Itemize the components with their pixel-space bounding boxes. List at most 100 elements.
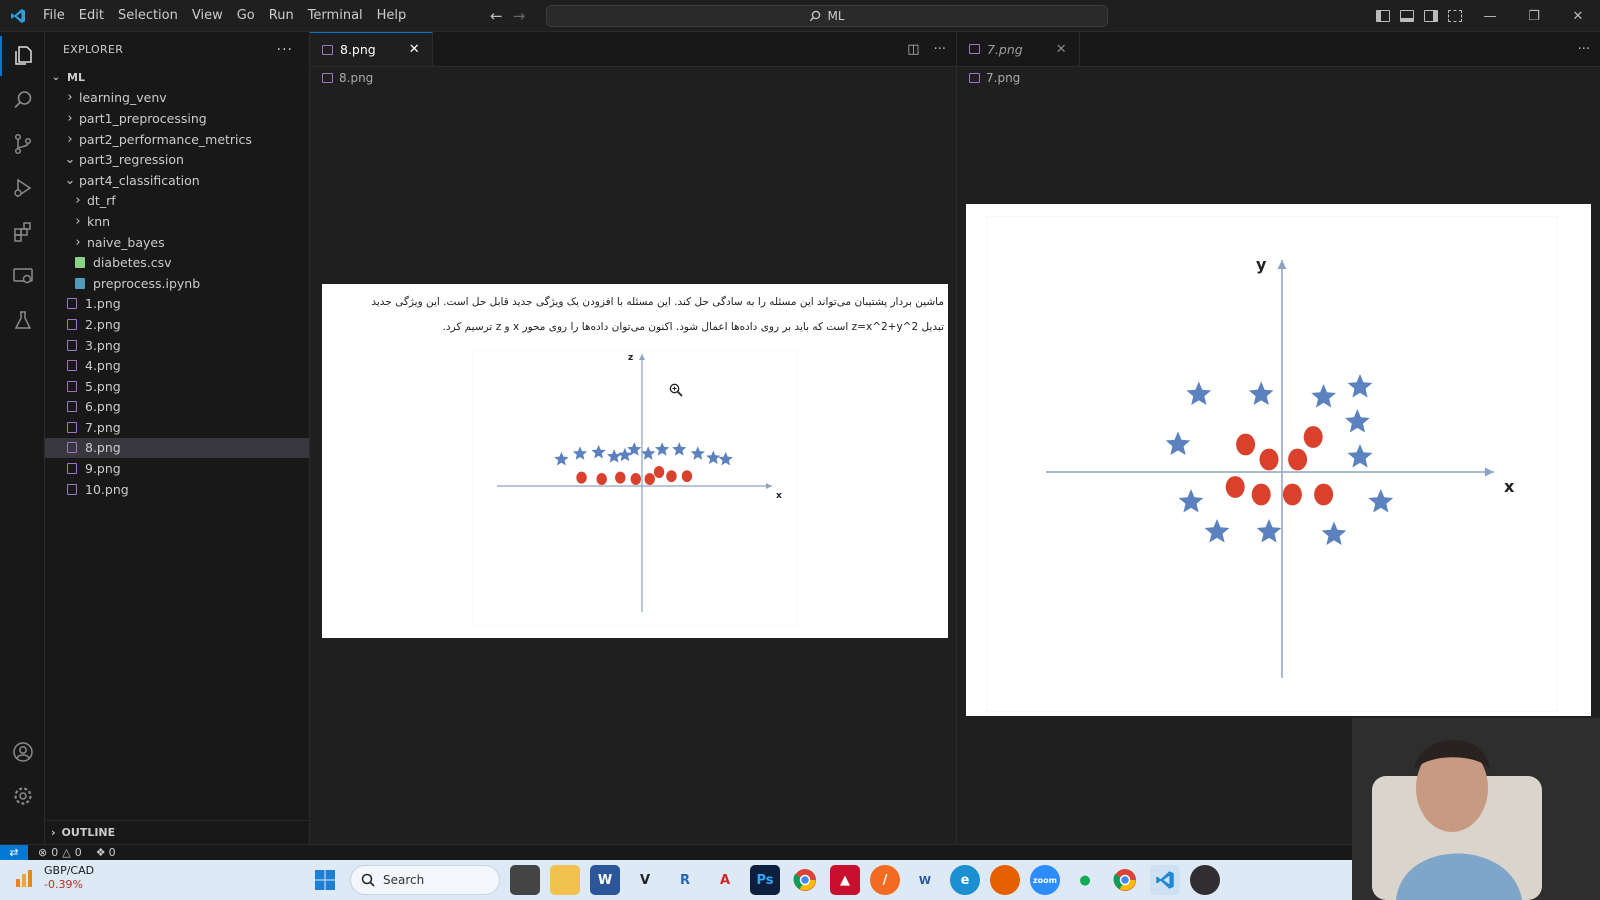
chrome-profile-icon[interactable] (1110, 865, 1140, 895)
circle-point (1225, 476, 1245, 498)
tree-item[interactable]: 5.png (45, 376, 309, 397)
menu-selection[interactable]: Selection (111, 0, 185, 32)
extensions-activity[interactable] (0, 212, 45, 252)
tree-item[interactable]: 8.png (45, 437, 309, 459)
ticker-widget[interactable]: GBP/CAD -0.39% (14, 864, 94, 892)
toggle-secondary-sidebar-icon[interactable] (1424, 10, 1438, 22)
tree-item[interactable]: 4.png (45, 355, 309, 376)
customize-layout-icon[interactable] (1448, 10, 1462, 22)
zoom-icon[interactable]: zoom (1030, 865, 1060, 895)
tree-item[interactable]: 6.png (45, 397, 309, 418)
forward-arrow-icon[interactable]: → (513, 7, 526, 25)
tree-item-label: diabetes.csv (93, 255, 172, 271)
menu-go[interactable]: Go (230, 0, 262, 32)
manage-activity[interactable] (0, 776, 45, 816)
tree-item[interactable]: 3.png (45, 335, 309, 356)
tab-7-png[interactable]: 7.png ✕ (957, 32, 1080, 66)
task-view-icon[interactable] (510, 865, 540, 895)
firefox-icon[interactable] (990, 865, 1020, 895)
tree-item[interactable]: › part1_preprocessing (45, 108, 309, 129)
tree-item[interactable]: 9.png (45, 458, 309, 479)
tab-label: 7.png (987, 41, 1023, 57)
circle-point (644, 473, 655, 485)
tree-item-label: part3_regression (79, 152, 184, 168)
toggle-panel-icon[interactable] (1400, 10, 1414, 22)
close-tab-icon[interactable]: ✕ (1056, 42, 1067, 57)
accounts-activity[interactable] (0, 732, 45, 772)
explorer-header: EXPLORER ··· (45, 32, 309, 67)
command-center-label: ML (827, 9, 845, 23)
tree-item[interactable]: 7.png (45, 417, 309, 438)
r-language-icon[interactable]: R (670, 865, 700, 895)
ticker-symbol: GBP/CAD (44, 864, 95, 877)
tree-item[interactable]: ⌄ part3_regression (45, 149, 309, 170)
menu-run[interactable]: Run (262, 0, 301, 32)
tree-item[interactable]: 1.png (45, 294, 309, 315)
run-debug-activity[interactable] (0, 168, 45, 208)
menu-terminal[interactable]: Terminal (301, 0, 370, 32)
editor-actions-right: ··· (1578, 32, 1590, 67)
minimize-icon[interactable]: — (1468, 0, 1512, 32)
tree-item[interactable]: › naive_bayes (45, 232, 309, 253)
source-control-activity[interactable] (0, 124, 45, 164)
search-icon (13, 91, 31, 109)
vscode-logo-icon[interactable] (0, 0, 36, 32)
tree-root-label: ML (67, 70, 85, 84)
acrobat-icon[interactable]: ▲ (830, 865, 860, 895)
tree-item[interactable]: diabetes.csv (45, 252, 309, 273)
menu-edit[interactable]: Edit (72, 0, 111, 32)
back-arrow-icon[interactable]: ← (490, 7, 503, 25)
breadcrumb-label[interactable]: 8.png (339, 71, 373, 85)
close-window-icon[interactable]: ✕ (1556, 0, 1600, 32)
tree-item[interactable]: ⌄ part4_classification (45, 170, 309, 191)
menu-view[interactable]: View (185, 0, 230, 32)
word-icon[interactable]: W (590, 865, 620, 895)
image-preview-7: xy (966, 204, 1591, 716)
tab-8-png[interactable]: 8.png ✕ (310, 32, 433, 66)
explorer-activity[interactable] (0, 36, 45, 76)
obs-icon[interactable] (1190, 865, 1220, 895)
more-actions-icon[interactable]: ··· (934, 42, 946, 57)
windows-start-icon[interactable] (310, 865, 340, 895)
search-activity[interactable] (0, 80, 45, 120)
tree-item[interactable]: 10.png (45, 479, 309, 500)
tree-item[interactable]: 2.png (45, 314, 309, 335)
error-icon: ⊗ (38, 846, 48, 859)
photoshop-icon[interactable]: Ps (750, 865, 780, 895)
tree-item[interactable]: › knn (45, 211, 309, 232)
problems-status[interactable]: ⊗ 0 △ 0 (38, 846, 82, 859)
close-tab-icon[interactable]: ✕ (409, 42, 420, 57)
remote-indicator-icon[interactable]: ⇄ (0, 844, 28, 861)
tree-root[interactable]: ⌄ ML (45, 67, 309, 88)
more-actions-icon[interactable]: ··· (277, 42, 293, 58)
menu-help[interactable]: Help (370, 0, 414, 32)
vectorworks-icon[interactable]: V (630, 865, 660, 895)
split-editor-icon[interactable]: ◫ (907, 42, 919, 57)
ports-status[interactable]: ❖ 0 (96, 846, 116, 859)
chrome-icon[interactable] (790, 865, 820, 895)
acrobat-reader-icon[interactable]: A (710, 865, 740, 895)
tree-item[interactable]: preprocess.ipynb (45, 273, 309, 294)
remote-explorer-activity[interactable] (0, 256, 45, 296)
breadcrumb-label[interactable]: 7.png (986, 71, 1020, 85)
taskbar-search[interactable]: Search (350, 865, 500, 895)
tab-label: 8.png (340, 42, 376, 57)
edge-icon[interactable]: e (950, 865, 980, 895)
tree-item[interactable]: › dt_rf (45, 191, 309, 212)
restore-icon[interactable]: ❐ (1512, 0, 1556, 32)
toggle-primary-sidebar-icon[interactable] (1376, 10, 1390, 22)
command-center[interactable]: ML (546, 5, 1108, 27)
image-preview-8: ماشین بردار پشتیبان می‌تواند این مسئله ر… (322, 284, 948, 638)
tree-item[interactable]: › part2_performance_metrics (45, 129, 309, 150)
file-explorer-icon[interactable] (550, 865, 580, 895)
x-axis-label: x (1504, 477, 1515, 496)
pen-app-icon[interactable]: / (870, 865, 900, 895)
testing-activity[interactable] (0, 300, 45, 340)
outline-section[interactable]: › OUTLINE (45, 820, 310, 844)
menu-file[interactable]: File (36, 0, 72, 32)
vscode-taskbar-icon[interactable] (1150, 865, 1180, 895)
more-actions-icon[interactable]: ··· (1578, 42, 1590, 57)
small-app-icon[interactable]: W (910, 865, 940, 895)
tree-item[interactable]: › learning_venv (45, 88, 309, 109)
mongodb-icon[interactable]: ● (1070, 865, 1100, 895)
